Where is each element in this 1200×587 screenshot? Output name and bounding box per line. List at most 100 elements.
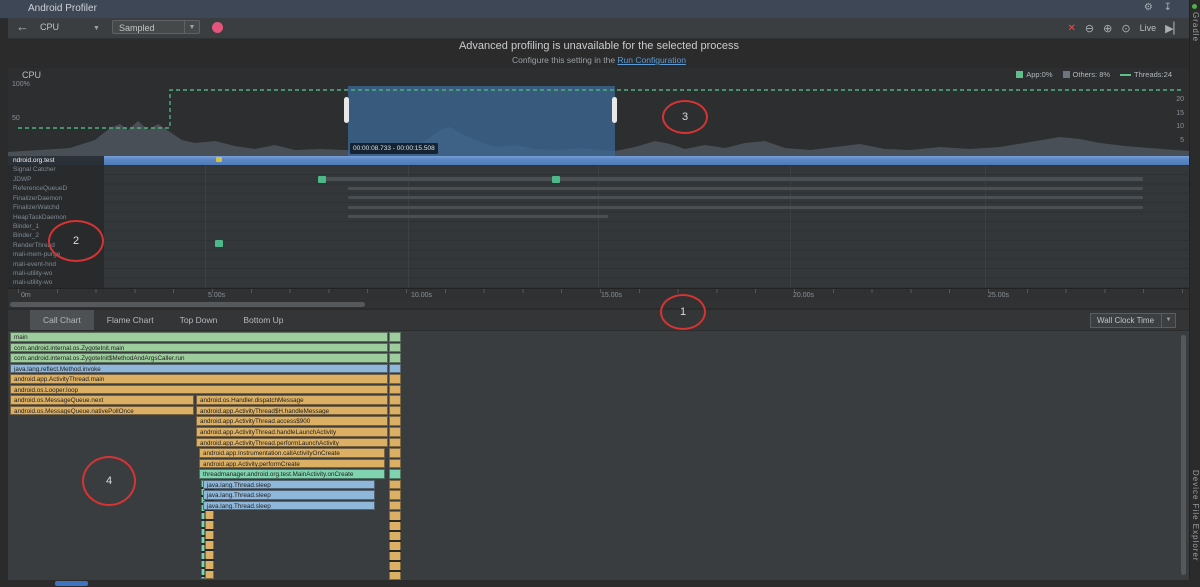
stage-selector-label: CPU	[40, 22, 59, 32]
jump-to-live-icon[interactable]: ▶▏	[1165, 22, 1182, 35]
tool-window-titlebar: Android Profiler ⚙ ↧	[0, 0, 1190, 19]
sampling-mode-value: Sampled	[119, 23, 155, 33]
time-axis-label: 5.00s	[208, 292, 225, 299]
call-stack-cell	[389, 343, 401, 353]
call-chart-frame[interactable]: com.android.internal.os.ZygoteInit$Metho…	[10, 353, 388, 363]
legend-item: Others: 8%	[1063, 70, 1111, 79]
time-axis: 0m5.00s10.00s15.00s20.00s25.00s	[8, 288, 1190, 301]
selected-thread-row[interactable]	[8, 156, 1190, 165]
tab-flame-chart[interactable]: Flame Chart	[94, 310, 167, 330]
zoom-out-icon[interactable]: ⊖	[1085, 22, 1094, 35]
back-arrow-icon[interactable]: ←	[16, 19, 29, 34]
thread-row-label[interactable]: mali-utility-wo	[8, 269, 104, 278]
thread-row-label[interactable]: ndroid.org.test	[8, 156, 104, 165]
cpu-legend: App:0%Others: 8%Threads:24	[1016, 70, 1172, 79]
call-stack-cell	[389, 374, 401, 384]
call-stack-cell	[389, 416, 401, 426]
call-chart-frame[interactable]: java.lang.Thread.sleep	[203, 480, 375, 490]
time-axis-label: 0m	[21, 292, 31, 299]
stage-selector[interactable]: CPU▼	[40, 22, 100, 32]
android-profiler-window: Android Profiler ⚙ ↧ ← CPU▼ Sampled ▼ ✕ …	[0, 0, 1200, 587]
tool-window-title: Android Profiler	[28, 3, 97, 14]
call-chart-frame[interactable]: java.lang.reflect.Method.invoke	[10, 364, 388, 374]
call-chart-frame[interactable]: java.lang.Thread.sleep	[203, 490, 375, 500]
event-marker-yellow	[216, 157, 222, 162]
sampling-mode-combobox[interactable]: Sampled ▼	[112, 20, 200, 34]
call-chart-frame[interactable]: android.os.MessageQueue.next	[10, 395, 194, 405]
call-chart-frame[interactable]: android.os.Looper.loop	[10, 385, 388, 395]
call-stack-cell	[389, 385, 401, 395]
call-stack-cell	[389, 490, 401, 500]
vertical-scrollbar-thumb[interactable]	[1181, 335, 1186, 575]
threads-legend-dash-icon	[1120, 74, 1131, 76]
device-file-explorer-tool-button[interactable]: Device File Explorer	[1191, 470, 1200, 562]
threads-axis-tick-label: 10	[1168, 123, 1184, 130]
horizontal-scrollbar-thumb[interactable]	[10, 302, 365, 307]
bottom-progress-chip	[55, 581, 88, 586]
thread-row-label[interactable]: FinalizerDaemon	[8, 194, 104, 203]
time-axis-label: 10.00s	[411, 292, 432, 299]
call-stack-cell	[389, 353, 401, 363]
thread-row-label[interactable]: mali-utility-wo	[8, 278, 104, 287]
call-chart-frame[interactable]: main	[10, 332, 388, 342]
bottom-stripe	[0, 580, 1200, 587]
cpu-usage-chart[interactable]: 00:00:08.733 - 00:00:15.508 CPU App:0%Ot…	[8, 68, 1190, 156]
thread-row-label[interactable]: ReferenceQueueD	[8, 184, 104, 193]
thread-row-label[interactable]: FinalizerWatchd	[8, 203, 104, 212]
call-stack-cell	[389, 332, 401, 342]
call-stack-cell	[389, 459, 401, 469]
time-gridline	[790, 156, 791, 288]
zoom-in-icon[interactable]: ⊕	[1103, 22, 1112, 35]
thread-state-bar	[348, 215, 608, 218]
thread-row-label[interactable]: mali-event-hnd	[8, 260, 104, 269]
advanced-profiling-banner-title: Advanced profiling is unavailable for th…	[8, 40, 1190, 52]
call-stack-cell	[389, 427, 401, 437]
live-label[interactable]: Live	[1140, 23, 1157, 33]
call-chart-frame[interactable]: android.app.Instrumentation.callActivity…	[199, 448, 385, 458]
right-tool-stripe: Gradle Device File Explorer	[1189, 0, 1200, 587]
call-chart-frame[interactable]: android.app.ActivityThread$H.handleMessa…	[196, 406, 388, 416]
tab-top-down[interactable]: Top Down	[167, 310, 231, 330]
chevron-down-icon[interactable]: ▼	[184, 21, 199, 33]
thread-row-label[interactable]: JDWP	[8, 175, 104, 184]
event-marker-green	[318, 176, 326, 183]
thread-state-bar	[348, 206, 1143, 209]
call-chart-frame[interactable]: threadmanager.android.org.test.MainActiv…	[199, 469, 385, 479]
time-gridline	[985, 156, 986, 288]
call-chart-frame[interactable]: android.app.ActivityThread.main	[10, 374, 388, 384]
call-chart-frame[interactable]: android.os.Handler.dispatchMessage	[196, 395, 388, 405]
gradle-tool-button[interactable]: Gradle	[1191, 12, 1200, 42]
time-axis-label: 25.00s	[988, 292, 1009, 299]
call-chart-frame[interactable]: android.app.ActivityThread.performLaunch…	[196, 438, 388, 448]
cpu-axis-tick-label: 50	[12, 115, 20, 122]
time-gridline	[408, 156, 409, 288]
call-chart-panel[interactable]: maincom.android.internal.os.ZygoteInit.m…	[8, 331, 1190, 580]
call-stack-cell	[389, 406, 401, 416]
call-chart-frame[interactable]: android.app.ActivityThread.handleLaunchA…	[196, 427, 388, 437]
call-chart-frame[interactable]: android.app.Activity.performCreate	[199, 459, 385, 469]
reset-zoom-icon[interactable]: ⊙	[1121, 22, 1130, 35]
call-chart-frame[interactable]: com.android.internal.os.ZygoteInit.main	[10, 343, 388, 353]
advanced-profiling-banner-subtitle: Configure this setting in the Run Config…	[8, 55, 1190, 65]
legend-label: App:0%	[1026, 70, 1052, 79]
call-chart-frame[interactable]: android.app.ActivityThread.access$900	[196, 416, 388, 426]
selection-handle-right[interactable]	[612, 97, 617, 123]
tab-bottom-up[interactable]: Bottom Up	[230, 310, 296, 330]
tab-call-chart[interactable]: Call Chart	[30, 310, 94, 330]
event-marker-green	[215, 240, 223, 247]
threads-track-area[interactable]: ndroid.org.testSignal CatcherJDWPReferen…	[8, 156, 1190, 288]
legend-swatch-icon	[1016, 71, 1023, 78]
gradle-status-icon	[1192, 4, 1197, 9]
close-session-icon[interactable]: ✕	[1068, 23, 1076, 34]
call-stack-cell	[389, 395, 401, 405]
record-button[interactable]	[212, 22, 223, 33]
time-gridline	[205, 156, 206, 288]
call-chart-frame[interactable]: android.os.MessageQueue.nativePollOnce	[10, 406, 194, 416]
thread-row-label[interactable]: HeapTaskDaemon	[8, 213, 104, 222]
run-configuration-link[interactable]: Run Configuration	[617, 55, 686, 65]
clock-type-dropdown[interactable]: Wall Clock Time ▼	[1090, 313, 1176, 328]
selection-handle-left[interactable]	[344, 97, 349, 123]
thread-row-label[interactable]: Signal Catcher	[8, 165, 104, 174]
titlebar-settings-icons[interactable]: ⚙ ↧	[1144, 2, 1176, 13]
call-chart-frame[interactable]: java.lang.Thread.sleep	[203, 501, 375, 511]
